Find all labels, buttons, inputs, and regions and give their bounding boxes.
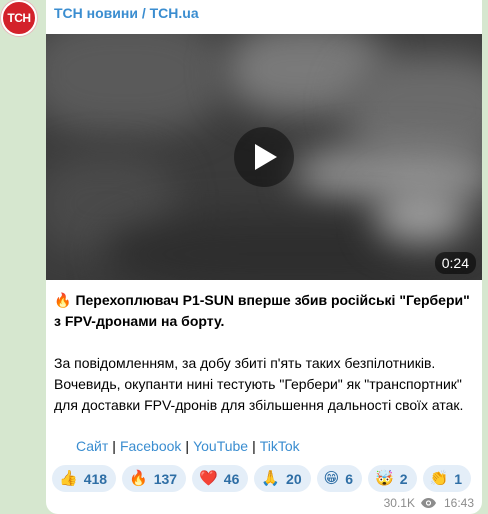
clap-icon: 👏 <box>429 470 449 487</box>
social-links: Сайт | Facebook | YouTube | TikTok <box>76 438 300 454</box>
reaction-grin[interactable]: 😁 6 <box>316 465 363 492</box>
reaction-count: 418 <box>83 470 108 487</box>
message-time: 16:43 <box>443 496 474 510</box>
reaction-fire[interactable]: 🔥 137 <box>122 465 187 492</box>
link-facebook[interactable]: Facebook <box>120 438 181 454</box>
link-site[interactable]: Сайт <box>76 438 108 454</box>
reaction-count: 20 <box>286 470 302 487</box>
play-button[interactable] <box>234 127 294 187</box>
link-youtube[interactable]: YouTube <box>193 438 248 454</box>
reaction-pray[interactable]: 🙏 20 <box>254 465 311 492</box>
folded-hands-icon: 🙏 <box>261 470 281 487</box>
reaction-mind-blown[interactable]: 🤯 2 <box>368 465 417 492</box>
fire-icon: 🔥 <box>129 470 148 487</box>
reaction-count: 6 <box>345 470 354 487</box>
link-separator: | <box>112 438 116 454</box>
channel-avatar[interactable]: ТСН <box>1 0 37 36</box>
reaction-count: 137 <box>153 470 178 487</box>
heart-icon: ❤️ <box>199 470 218 487</box>
channel-name[interactable]: ТСН новини / TCH.ua <box>54 5 199 21</box>
message-paragraph: За повідомленням, за добу збиті п'ять та… <box>54 355 464 413</box>
video-preview[interactable]: 0:24 <box>46 34 482 280</box>
thumbs-up-icon: 👍 <box>59 470 78 487</box>
message-meta: 30.1K 16:43 <box>384 496 474 510</box>
reaction-count: 2 <box>399 470 408 487</box>
link-separator: | <box>185 438 190 454</box>
grin-icon: 😁 <box>323 470 340 487</box>
reactions-bar: 👍 418 🔥 137 ❤️ 46 🙏 20 😁 6 🤯 2 👏 1 <box>52 465 472 492</box>
fire-icon: 🔥 <box>54 292 72 308</box>
message-headline: 🔥 Перехоплювач P1-SUN вперше збив російсь… <box>54 290 474 332</box>
reaction-heart[interactable]: ❤️ 46 <box>192 465 249 492</box>
video-duration: 0:24 <box>434 252 476 274</box>
message-bubble: ТСН новини / TCH.ua 0:24 🔥 Перехоплювач P… <box>46 0 482 514</box>
message-text: 🔥 Перехоплювач P1-SUN вперше збив російсь… <box>54 290 474 416</box>
reaction-thumbs-up[interactable]: 👍 418 <box>52 465 117 492</box>
reaction-clap[interactable]: 👏 1 <box>422 465 472 492</box>
reaction-count: 1 <box>454 470 463 487</box>
link-separator: | <box>252 438 256 454</box>
eye-icon <box>420 498 436 508</box>
reaction-count: 46 <box>223 470 240 487</box>
headline-text: Перехоплювач P1-SUN вперше збив російськ… <box>54 292 470 329</box>
link-tiktok[interactable]: TikTok <box>260 438 300 454</box>
avatar-logo-text: ТСН <box>7 11 31 25</box>
view-count: 30.1K <box>383 496 415 510</box>
play-icon <box>255 144 277 170</box>
mind-blown-icon: 🤯 <box>375 470 394 487</box>
